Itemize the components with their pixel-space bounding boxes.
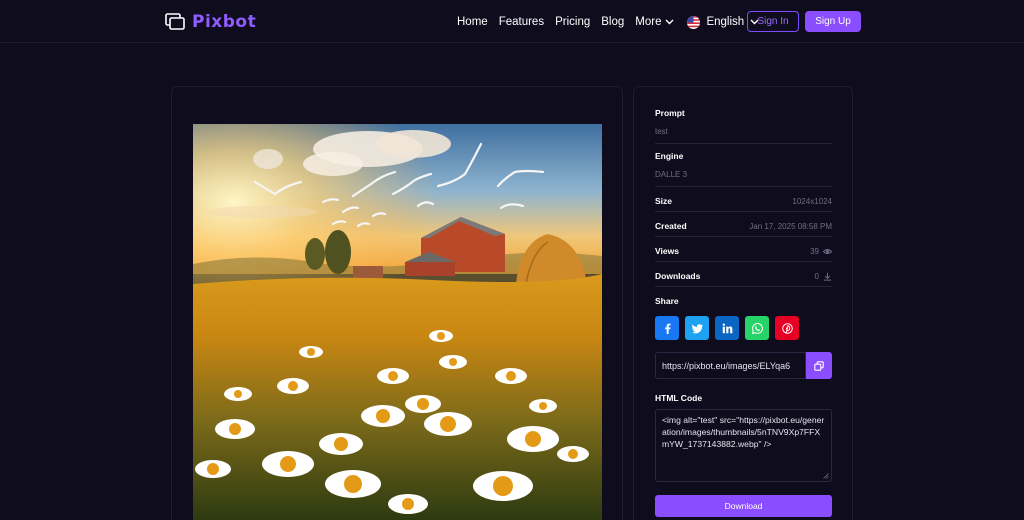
whatsapp-icon	[751, 322, 763, 334]
gallery-stack-icon	[165, 13, 185, 30]
downloads-row: Downloads 0	[655, 266, 832, 287]
generated-image	[193, 124, 602, 520]
download-icon	[823, 272, 832, 281]
copy-icon	[814, 360, 824, 371]
nav-home[interactable]: Home	[457, 16, 488, 28]
twitter-icon	[691, 323, 703, 333]
chevron-down-icon	[665, 19, 674, 25]
share-twitter-button[interactable]	[685, 316, 709, 340]
nav-features[interactable]: Features	[499, 16, 544, 28]
share-linkedin-button[interactable]	[715, 316, 739, 340]
linkedin-icon	[722, 323, 732, 333]
copy-link-button[interactable]	[806, 352, 832, 379]
facebook-icon	[664, 323, 671, 334]
prompt-label: Prompt	[655, 108, 685, 118]
html-code-label: HTML Code	[655, 393, 703, 403]
download-button[interactable]: Download	[655, 495, 832, 517]
nav-more-dropdown[interactable]: More	[635, 16, 674, 28]
us-flag-icon	[687, 15, 701, 29]
engine-label: Engine	[655, 151, 684, 161]
html-code-value: <img alt="test" src="https://pixbot.eu/g…	[662, 415, 825, 450]
html-code-textarea[interactable]: <img alt="test" src="https://pixbot.eu/g…	[655, 409, 832, 482]
size-value: 1024x1024	[792, 196, 832, 206]
pinterest-icon	[781, 322, 793, 334]
downloads-label: Downloads	[655, 271, 701, 281]
share-link-field[interactable]: https://pixbot.eu/images/ELYqa6	[655, 352, 806, 379]
created-row: Created Jan 17, 2025 08:58 PM	[655, 216, 832, 237]
engine-row: Engine DALLE 3	[655, 151, 832, 187]
views-value-group: 39	[810, 247, 832, 256]
views-label: Views	[655, 246, 679, 256]
eye-icon	[823, 248, 832, 254]
brand-logo[interactable]: Pixbot	[165, 10, 256, 34]
prompt-row: Prompt test	[655, 108, 832, 144]
size-row: Size 1024x1024	[655, 191, 832, 212]
created-value: Jan 17, 2025 08:58 PM	[749, 221, 832, 231]
main-nav: Home Features Pricing Blog More English	[457, 13, 759, 31]
downloads-value: 0	[814, 271, 819, 281]
language-label: English	[706, 16, 745, 28]
downloads-value-group: 0	[815, 272, 832, 281]
prompt-value: test	[655, 127, 668, 136]
share-buttons	[655, 316, 799, 340]
sign-up-button[interactable]: Sign Up	[805, 11, 861, 32]
nav-pricing[interactable]: Pricing	[555, 16, 590, 28]
brand-name: Pixbot	[192, 12, 257, 32]
nav-blog[interactable]: Blog	[601, 16, 624, 28]
size-label: Size	[655, 196, 673, 206]
resize-handle-icon[interactable]	[823, 473, 829, 479]
share-whatsapp-button[interactable]	[745, 316, 769, 340]
views-row: Views 39	[655, 241, 832, 262]
engine-value: DALLE 3	[655, 170, 688, 179]
share-pinterest-button[interactable]	[775, 316, 799, 340]
sign-in-button[interactable]: Sign In	[747, 11, 799, 32]
top-navbar: Pixbot Home Features Pricing Blog More E…	[0, 0, 1024, 43]
nav-more-label: More	[635, 16, 662, 28]
created-label: Created	[655, 221, 687, 231]
share-facebook-button[interactable]	[655, 316, 679, 340]
share-label: Share	[655, 296, 679, 306]
views-value: 39	[810, 246, 819, 256]
